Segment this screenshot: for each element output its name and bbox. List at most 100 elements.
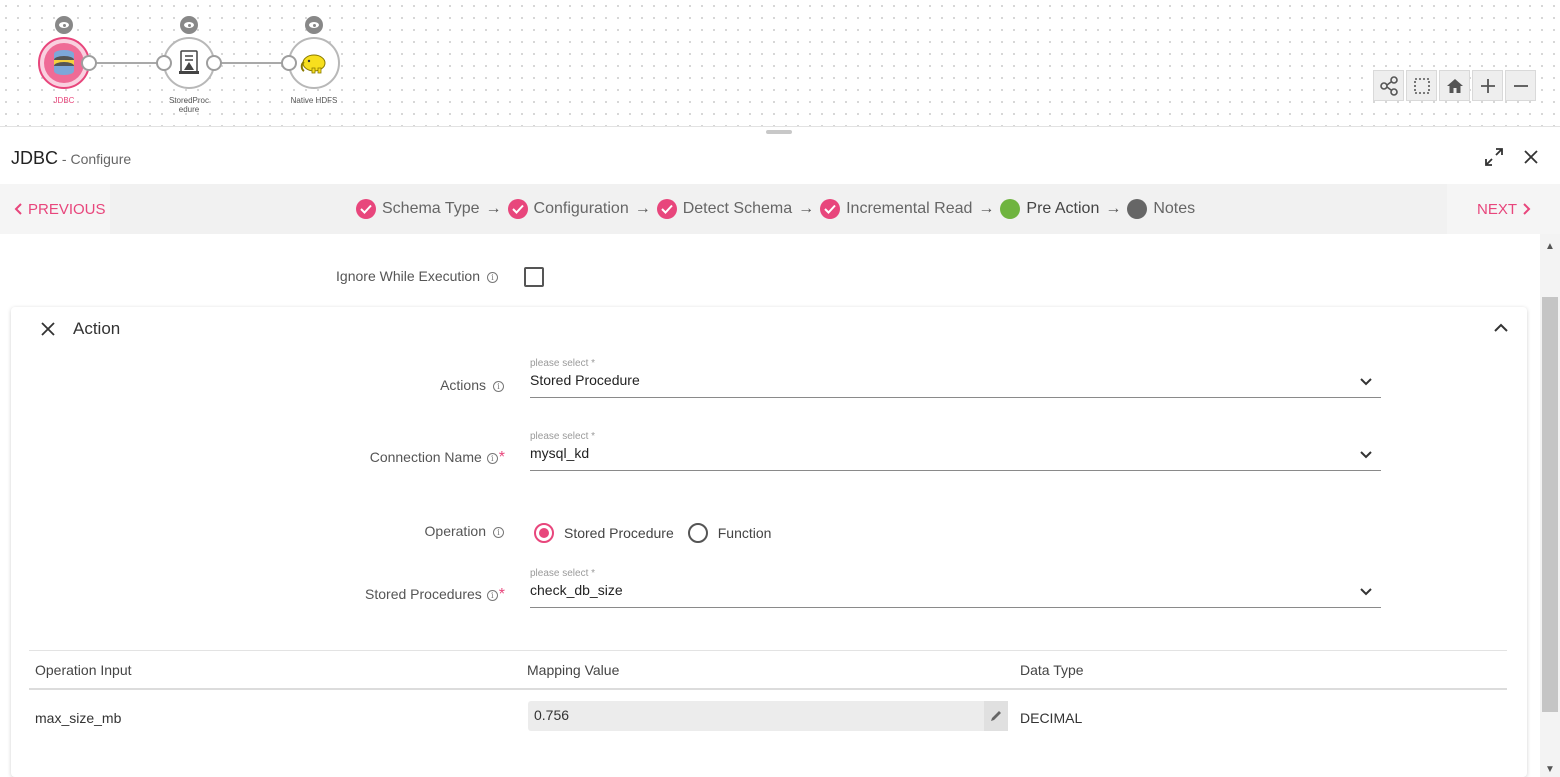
actions-label-text: Actions [440,377,486,393]
header-mapping-value: Mapping Value [527,662,620,678]
actions-placeholder: please select * [530,358,596,369]
zoom-out-button[interactable] [1505,70,1536,101]
radio-function[interactable] [687,523,708,543]
step-check-icon [507,199,528,219]
auto-layout-button[interactable] [1373,70,1404,101]
eye-icon[interactable] [55,16,73,34]
chevron-right-icon [1523,203,1531,215]
select-area-button[interactable] [1406,70,1437,101]
chevron-down-icon [1360,378,1372,386]
step-notes[interactable]: Notes [1153,200,1195,218]
chevron-down-icon [1360,588,1372,596]
select-area-icon [1413,77,1430,94]
eye-icon[interactable] [305,16,323,34]
expand-button[interactable] [1482,145,1506,169]
ignore-while-execution-label: Ignore While Execution i [336,268,498,284]
panel-title: JDBC - Configure [11,148,131,169]
pipeline-edge [96,62,158,64]
step-incremental-read[interactable]: Incremental Read [846,200,972,218]
collapse-action-button[interactable] [1489,316,1513,340]
info-icon[interactable]: i [493,381,504,392]
stored-procedure-icon [179,50,199,74]
home-icon [1446,78,1463,93]
panel-title-main: JDBC [11,148,59,168]
connection-name-label: Connection Name i * [370,449,505,467]
plus-icon [1480,78,1495,93]
panel-resize-handle[interactable] [766,130,792,134]
stored-procedures-select[interactable]: please select * check_db_size [530,568,1381,608]
chevron-up-icon [1494,323,1508,332]
scroll-up-arrow[interactable]: ▲ [1541,238,1559,254]
zoom-in-button[interactable] [1472,70,1503,101]
chevron-left-icon [14,203,22,215]
header-operation-input: Operation Input [35,662,132,678]
remove-action-button[interactable] [36,317,60,341]
step-pre-action[interactable]: Pre Action [1026,200,1099,218]
next-button[interactable]: NEXT [1447,184,1560,234]
actions-value: Stored Procedure [530,372,640,388]
connection-value: mysql_kd [530,445,590,461]
connection-placeholder: please select * [530,431,596,442]
mapping-value-text: 0.756 [534,707,570,723]
header-data-type: Data Type [1020,662,1084,678]
connection-name-select[interactable]: please select * mysql_kd [530,431,1381,471]
step-detect-schema[interactable]: Detect Schema [683,200,792,218]
step-current-dot [1000,199,1021,219]
previous-label: PREVIOUS [28,200,106,218]
input-port[interactable] [156,55,172,71]
close-panel-button[interactable] [1519,145,1543,169]
info-icon[interactable]: i [487,272,498,283]
input-port[interactable] [281,55,297,71]
radio-function-label[interactable]: Function [718,525,772,541]
ignore-while-execution-checkbox[interactable] [524,267,544,287]
next-label: NEXT [1477,200,1518,218]
share-nodes-icon [1379,75,1398,96]
step-arrow: → [634,200,651,217]
procedures-placeholder: please select * [530,568,596,579]
mapping-value-input[interactable]: 0.756 [528,701,1008,731]
home-button[interactable] [1439,70,1470,101]
radio-stored-procedure[interactable] [534,523,554,543]
step-configuration[interactable]: Configuration [534,200,629,218]
output-port[interactable] [206,55,222,71]
minus-icon [1513,84,1528,87]
info-icon[interactable]: i [486,590,498,601]
chevron-down-icon [1360,451,1372,459]
row-operation-input: max_size_mb [35,710,122,726]
previous-button[interactable]: PREVIOUS [0,184,110,234]
node-label-native-hdfs: Native HDFS [290,96,338,105]
required-mark: * [498,449,505,466]
info-icon[interactable]: i [493,527,504,538]
canvas-toolbar [1373,70,1536,101]
stored-procedures-label: Stored Procedures i * [365,586,505,604]
edit-mapping-button[interactable] [984,701,1008,731]
hadoop-elephant-icon [300,54,326,74]
row-data-type: DECIMAL [1020,710,1083,726]
action-card-title: Action [73,319,121,338]
connection-label-text: Connection Name [369,449,482,465]
wizard-steps: Schema Type → Configuration → Detect Sch… [356,184,1195,234]
required-mark: * [498,586,505,603]
node-label-jdbc: JDBC [53,96,75,105]
wizard-step-bar: PREVIOUS Schema Type → Configuration → D… [0,184,1560,234]
scrollbar-thumb[interactable] [1542,297,1558,712]
actions-select[interactable]: please select * Stored Procedure [530,358,1381,398]
step-pending-dot [1127,199,1148,219]
step-arrow: → [978,200,995,217]
radio-stored-procedure-label[interactable]: Stored Procedure [564,525,674,541]
step-check-icon [820,199,841,219]
step-arrow: → [485,200,502,217]
scroll-down-arrow[interactable]: ▼ [1541,761,1559,777]
info-icon[interactable]: i [486,453,498,464]
procedures-label-text: Stored Procedures [365,586,482,602]
step-schema-type[interactable]: Schema Type [382,200,480,218]
step-arrow: → [798,200,815,217]
pipeline-canvas[interactable]: JDBC StoredProc edure Native HDFS [0,0,1560,127]
step-check-icon [656,199,677,219]
eye-icon[interactable] [180,16,198,34]
actions-label: Actions i [440,377,504,393]
output-port[interactable] [81,55,97,71]
close-icon [41,322,55,336]
node-label-stored-procedure: StoredProc edure [168,96,210,114]
operation-radio-group: Stored Procedure Function [534,523,771,543]
